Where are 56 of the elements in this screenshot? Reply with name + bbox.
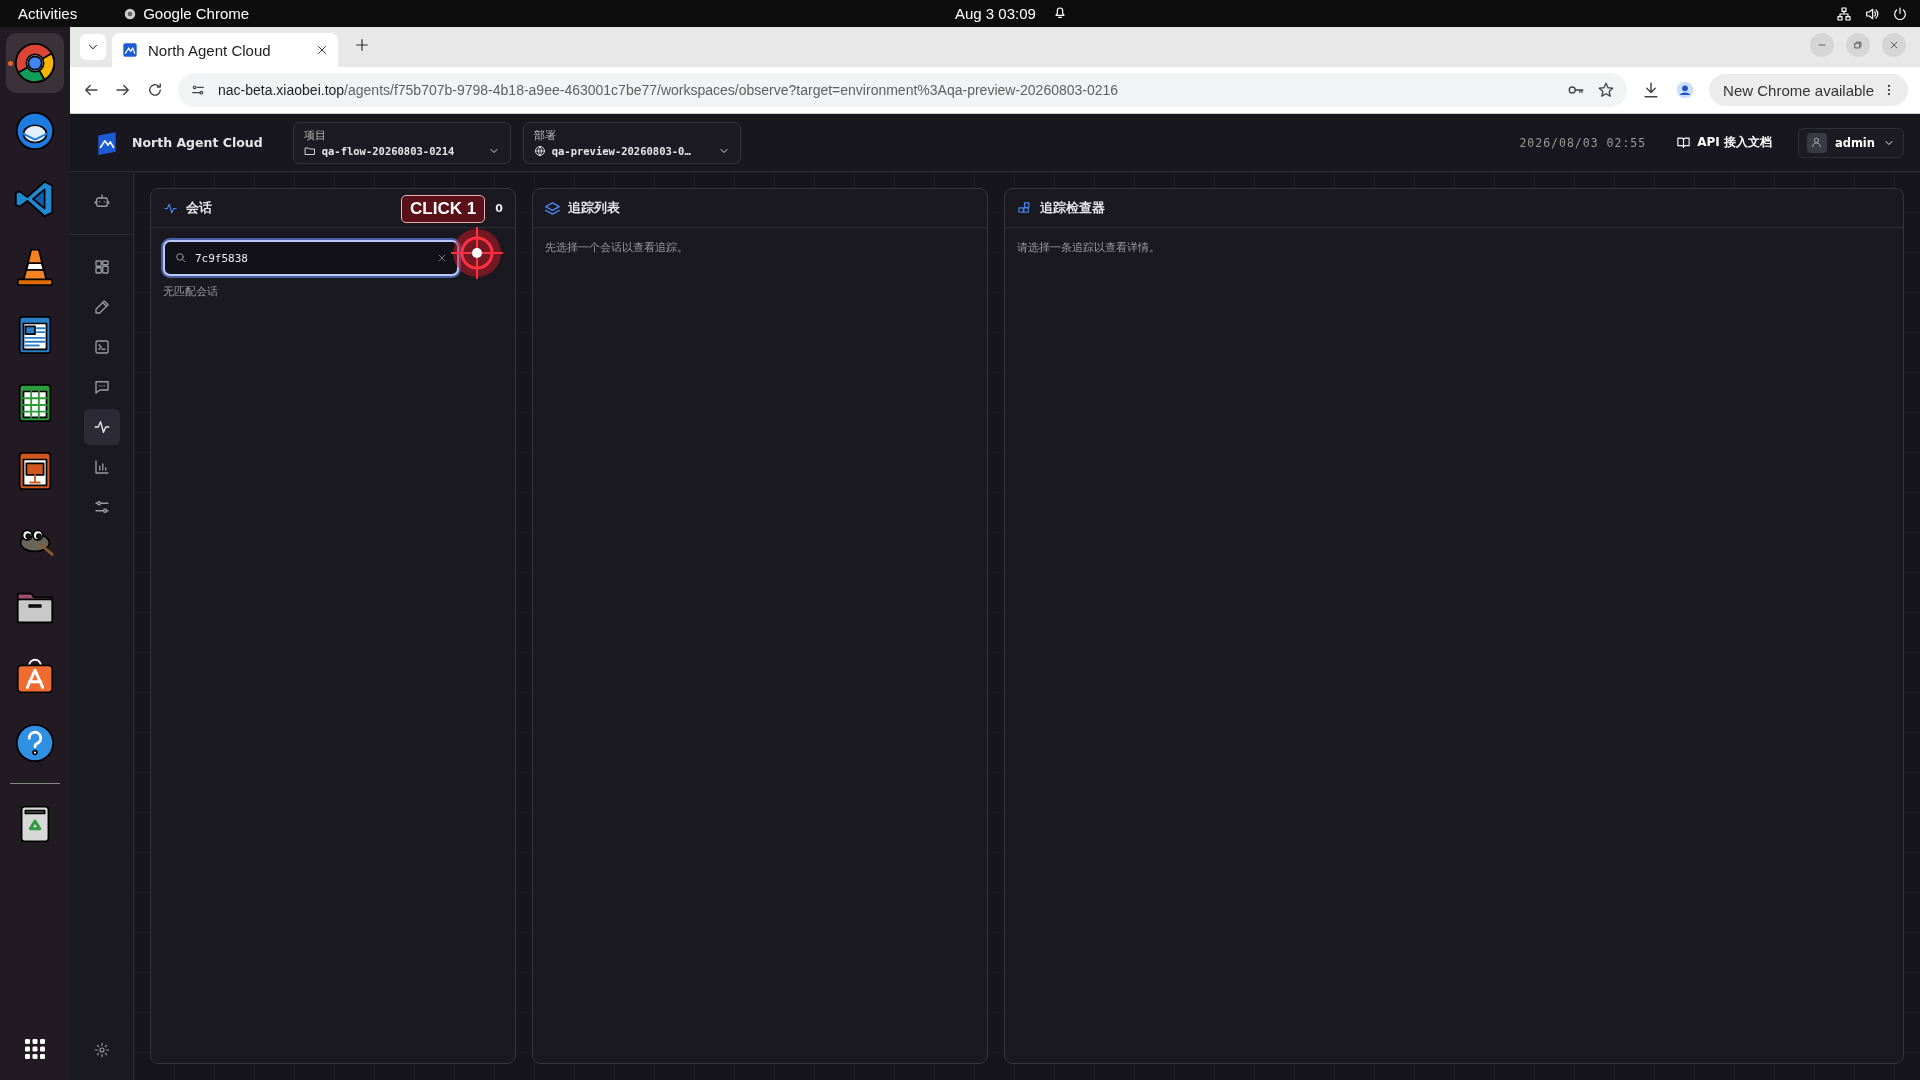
dashboard-icon (92, 258, 111, 276)
user-menu[interactable]: admin (1797, 127, 1904, 158)
globe-icon (533, 145, 546, 157)
hint-text: 请选择一条追踪以查看详情。 (1017, 241, 1160, 254)
site-settings-icon (190, 82, 206, 98)
clock[interactable]: Aug 3 03:09 (955, 5, 1036, 22)
panel-title: 会话 (186, 199, 212, 217)
close-icon (316, 44, 328, 56)
empty-message: 无匹配会话 (163, 284, 219, 299)
chrome-icon (123, 6, 138, 21)
pulse-icon (92, 418, 111, 436)
power-icon (1892, 5, 1908, 22)
panel-title: 追踪检查器 (1040, 199, 1105, 217)
deployment-select[interactable]: 部署 qa-preview-20260803-0… (522, 121, 741, 164)
reload-icon (146, 81, 164, 99)
search-icon (174, 251, 187, 264)
click-marker-icon (451, 227, 503, 279)
terminal-icon (92, 338, 111, 356)
timestamp: 2026/08/03 02:55 (1519, 135, 1647, 150)
folder-icon (303, 145, 316, 157)
click-label: CLICK 1 (401, 195, 486, 223)
search-field[interactable]: 7c9f5838 (163, 240, 459, 276)
blocks-icon (1017, 200, 1032, 216)
user-icon (1810, 136, 1824, 149)
app-menu[interactable]: Google Chrome (143, 5, 250, 22)
layers-icon (545, 200, 560, 216)
restore-button[interactable] (1846, 33, 1870, 57)
hint-text: 先选择一个会话以查看追踪。 (545, 241, 688, 254)
close-icon (1889, 40, 1899, 50)
session-count: 0 (495, 201, 503, 215)
chat-icon (92, 378, 111, 396)
clear-icon (437, 253, 447, 263)
panel-title: 追踪列表 (568, 199, 620, 217)
update-button[interactable]: New Chrome available (1709, 74, 1908, 106)
api-docs-link[interactable]: API 接入文档 (1670, 133, 1778, 152)
nav-button[interactable] (83, 409, 120, 445)
sliders-icon (92, 498, 111, 516)
browser-tab[interactable]: North Agent Cloud (112, 33, 338, 67)
pencil-icon (92, 298, 111, 316)
logo-icon (122, 42, 138, 58)
chrome-icon (12, 40, 58, 86)
activities-button[interactable]: Activities (18, 5, 78, 22)
bar-chart-icon (92, 458, 111, 476)
address-bar[interactable]: nac-beta.xiaobei.top/agents/f75b707b-9798-4b18-a9ee-463001c7be77/workspaces/observe?target=environment%3Aqa-preview-20260803-0216 (178, 73, 1628, 107)
bell-icon (1052, 4, 1068, 20)
dock-item[interactable] (6, 33, 64, 93)
settings-icon (93, 1042, 110, 1058)
restore-icon (1853, 40, 1863, 50)
star-icon (1597, 81, 1616, 99)
brand-name: North Agent Cloud (132, 135, 263, 150)
robot-icon (92, 192, 111, 210)
network-icon (1836, 5, 1852, 22)
project-select[interactable]: 项目 qa-flow-20260803-0214 (292, 121, 511, 164)
book-icon (1676, 135, 1692, 150)
profile-icon (1675, 80, 1696, 100)
plus-icon (354, 37, 370, 53)
